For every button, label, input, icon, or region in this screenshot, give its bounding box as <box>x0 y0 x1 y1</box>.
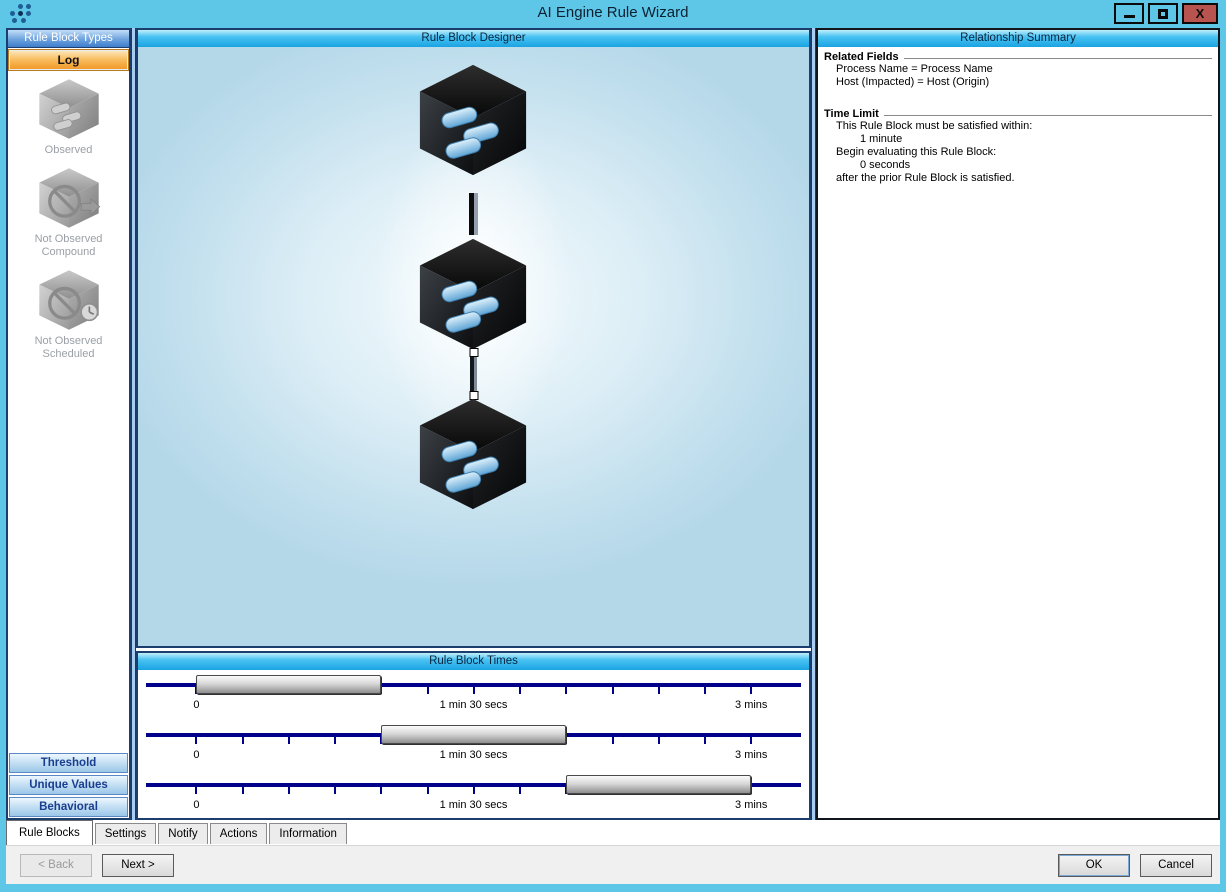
axis-label-start: 0 <box>193 799 200 811</box>
minimize-icon <box>1123 15 1135 18</box>
time-limit-line: after the prior Rule Block is satisfied. <box>836 172 1015 184</box>
axis-label-mid: 1 min 30 secs <box>439 699 508 711</box>
rule-block-designer-header: Rule Block Designer <box>138 30 809 47</box>
relationship-summary-content: Related Fields Process Name = Process Na… <box>818 47 1218 189</box>
tab-notify[interactable]: Notify <box>158 823 208 844</box>
close-button[interactable]: X <box>1182 3 1218 24</box>
axis-label-mid: 1 min 30 secs <box>439 799 508 811</box>
close-icon: X <box>1195 6 1205 21</box>
type-item-not-observed-scheduled[interactable]: Not Observed Scheduled <box>19 269 119 361</box>
time-limit-line: This Rule Block must be satisfied within… <box>836 120 1033 132</box>
axis-label-end: 3 mins <box>735 799 768 811</box>
block-connector-1[interactable] <box>469 193 478 235</box>
rule-block-types-header: Rule Block Types <box>8 30 129 48</box>
not-observed-compound-cube-icon <box>38 168 100 228</box>
next-button[interactable]: Next > <box>102 854 174 877</box>
rule-block-designer-canvas[interactable] <box>138 47 809 646</box>
section-rule-line <box>903 57 1212 59</box>
window-title: AI Engine Rule Wizard <box>537 4 689 21</box>
rule-block-times-header: Rule Block Times <box>138 653 809 670</box>
rule-block-types-panel: Rule Block Types Log Observed Not Observ… <box>6 28 131 820</box>
time-limit-value: 0 seconds <box>860 159 911 171</box>
ai-engine-rule-wizard-window: AI Engine Rule Wizard X Rule Block Types… <box>0 0 1226 892</box>
titlebar[interactable]: AI Engine Rule Wizard X <box>0 0 1226 28</box>
rule-block-cube-2[interactable] <box>414 235 532 353</box>
section-rule-line <box>883 114 1212 116</box>
tab-actions[interactable]: Actions <box>209 823 268 844</box>
wizard-button-bar: < Back Next > OK Cancel <box>6 845 1220 884</box>
rule-block-cube-1[interactable] <box>414 61 532 179</box>
rule-block-time-slider-3: 0 1 min 30 secs 3 mins <box>146 771 801 821</box>
axis-label-end: 3 mins <box>735 699 768 711</box>
type-label: Not Observed Compound <box>34 233 103 258</box>
axis-label-end: 3 mins <box>735 749 768 761</box>
type-item-not-observed-compound[interactable]: Not Observed Compound <box>19 167 119 259</box>
related-fields-section-title: Related Fields <box>824 51 1212 63</box>
ok-button[interactable]: OK <box>1058 854 1130 877</box>
maximize-button[interactable] <box>1148 3 1178 24</box>
cancel-button[interactable]: Cancel <box>1140 854 1212 877</box>
not-observed-scheduled-cube-icon <box>38 270 99 330</box>
axis-label-start: 0 <box>193 749 200 761</box>
axis-label-start: 0 <box>193 699 200 711</box>
rule-block-cube-3[interactable] <box>414 395 532 513</box>
time-limit-section-title: Time Limit <box>824 108 1212 120</box>
log-type-button[interactable]: Log <box>8 49 129 71</box>
center-column: Rule Block Designer Rule Block Times 0 1… <box>136 28 811 820</box>
rule-block-designer-panel: Rule Block Designer <box>136 28 811 648</box>
time-limit-value: 1 minute <box>860 133 903 145</box>
slider-range-handle[interactable] <box>196 675 382 694</box>
time-limit-line: Begin evaluating this Rule Block: <box>836 146 997 158</box>
tab-information[interactable]: Information <box>269 823 347 844</box>
relationship-summary-panel: Relationship Summary Related Fields Proc… <box>816 28 1220 820</box>
relationship-summary-header: Relationship Summary <box>818 30 1218 47</box>
axis-label-mid: 1 min 30 secs <box>439 749 508 761</box>
rule-block-time-slider-1: 0 1 min 30 secs 3 mins <box>146 671 801 721</box>
behavioral-type-button[interactable]: Behavioral <box>9 797 128 817</box>
tab-settings[interactable]: Settings <box>94 823 157 844</box>
slider-range-handle[interactable] <box>566 775 752 794</box>
connector-handle-top[interactable] <box>469 348 478 357</box>
minimize-button[interactable] <box>1114 3 1144 24</box>
threshold-type-button[interactable]: Threshold <box>9 753 128 773</box>
unique-values-type-button[interactable]: Unique Values <box>9 775 128 795</box>
rule-block-type-list: Observed Not Observed Compound Not Obser… <box>8 72 129 752</box>
type-item-observed[interactable]: Observed <box>19 78 119 157</box>
related-field-item: Host (Impacted) = Host (Origin) <box>836 76 990 88</box>
wizard-tab-bar: Rule Blocks Settings Notify Actions Info… <box>6 820 1220 845</box>
slider-range-handle[interactable] <box>381 725 567 744</box>
rule-block-time-slider-2: 0 1 min 30 secs 3 mins <box>146 721 801 771</box>
related-field-item: Process Name = Process Name <box>836 63 993 75</box>
maximize-icon <box>1158 8 1168 19</box>
block-connector-2-selected[interactable] <box>469 348 478 400</box>
type-label: Not Observed Scheduled <box>34 335 103 360</box>
type-label: Observed <box>44 144 93 156</box>
rule-block-times-panel: Rule Block Times 0 1 min 30 secs 3 mins … <box>136 651 811 820</box>
back-button[interactable]: < Back <box>20 854 92 877</box>
observed-cube-icon <box>38 79 99 139</box>
tab-rule-blocks[interactable]: Rule Blocks <box>6 820 93 845</box>
